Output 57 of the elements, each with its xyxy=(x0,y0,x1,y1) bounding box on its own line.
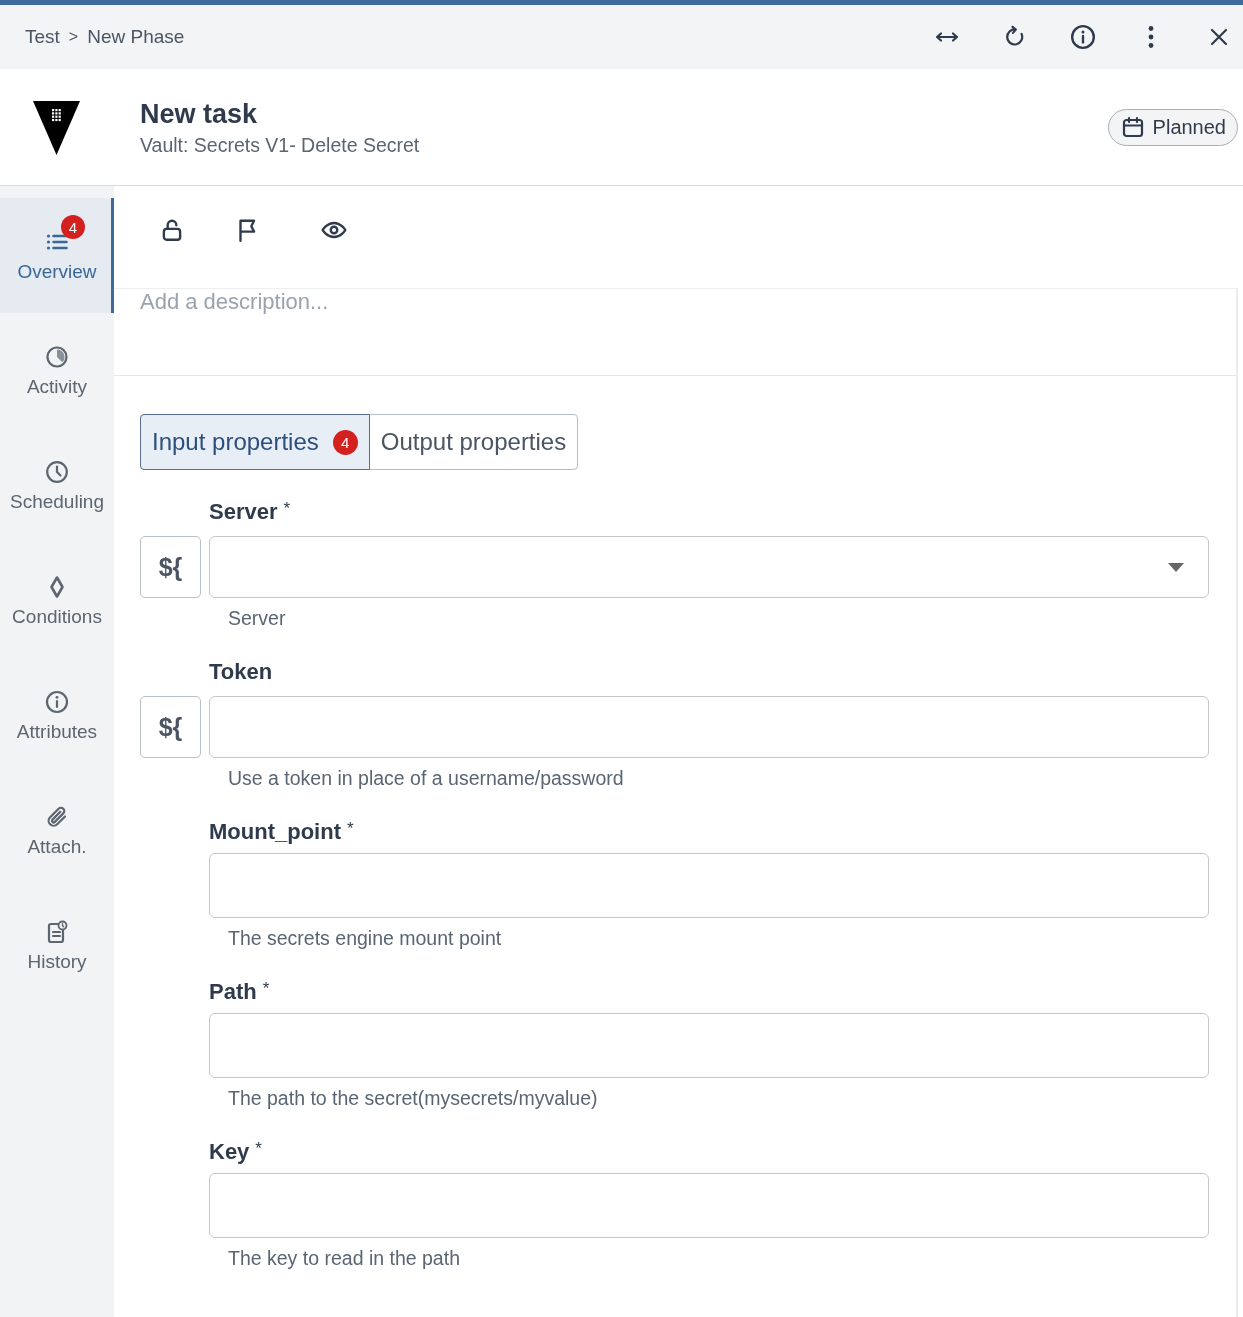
kebab-menu-icon xyxy=(1147,25,1155,49)
sidebar-nav-item[interactable]: History xyxy=(0,888,114,1003)
input-field[interactable] xyxy=(209,1173,1209,1238)
field-label: Server xyxy=(209,499,278,525)
field-label: Key xyxy=(209,1139,250,1165)
pie-chart-icon xyxy=(45,345,69,369)
info-icon xyxy=(1070,24,1096,50)
triangle-logo-icon xyxy=(33,99,80,155)
close-icon xyxy=(1210,28,1228,46)
expression-button[interactable]: ${ xyxy=(140,696,201,758)
count-badge: 4 xyxy=(61,215,85,239)
help-text: Server xyxy=(228,606,286,630)
horizontal-arrows-icon xyxy=(935,31,959,43)
sidebar-nav-item[interactable]: Attributes xyxy=(0,658,114,773)
task-title: New task xyxy=(140,97,259,130)
nav-label: Attach. xyxy=(27,836,87,858)
clipboard-clock-icon xyxy=(45,920,69,944)
paperclip-icon xyxy=(45,805,69,829)
task-subtitle: Vault: Secrets V1- Delete Secret xyxy=(140,133,420,157)
expression-button[interactable]: ${ xyxy=(140,536,201,598)
sidebar-nav-item[interactable]: Activity xyxy=(0,313,114,428)
calendar-icon xyxy=(1120,115,1145,139)
required-asterisk: * xyxy=(346,819,354,838)
sidebar-nav-item[interactable]: 4 Overview xyxy=(0,198,114,313)
property-tab[interactable]: Input properties 4 xyxy=(140,414,370,470)
field-label: Mount_point xyxy=(209,819,341,845)
help-text: The secrets engine mount point xyxy=(228,926,502,950)
nav-label: Attributes xyxy=(16,721,98,743)
property-tab[interactable]: Output properties xyxy=(368,414,579,470)
required-asterisk: * xyxy=(262,979,270,998)
nav-label: Scheduling xyxy=(10,491,104,513)
status-button[interactable]: Planned xyxy=(1107,108,1238,146)
clock-icon xyxy=(45,460,69,484)
input-field[interactable] xyxy=(209,696,1209,758)
sidebar-nav-item[interactable]: Conditions xyxy=(0,543,114,658)
nav-label: Overview xyxy=(17,261,97,283)
info-icon xyxy=(45,690,69,714)
help-text: The path to the secret(mysecrets/myvalue) xyxy=(228,1086,598,1110)
input-field[interactable] xyxy=(209,853,1209,918)
required-asterisk: * xyxy=(283,499,291,518)
breadcrumb-link[interactable]: Test xyxy=(25,25,60,49)
help-text: The key to read in the path xyxy=(228,1246,460,1270)
sidebar-nav-item[interactable]: Attach. xyxy=(0,773,114,888)
nav-label: Conditions xyxy=(12,606,102,628)
input-field[interactable] xyxy=(209,1013,1209,1078)
sidebar-nav-item[interactable]: Scheduling xyxy=(0,428,114,543)
nav-label: Activity xyxy=(26,376,88,398)
dropdown-field[interactable] xyxy=(209,536,1209,598)
help-text: Use a token in place of a username/password xyxy=(228,766,624,790)
breadcrumb-separator: > xyxy=(68,27,79,47)
field-label: Path xyxy=(209,979,257,1005)
breadcrumb-link[interactable]: New Phase xyxy=(87,25,185,49)
required-asterisk: * xyxy=(255,1139,262,1158)
count-badge: 4 xyxy=(332,429,358,455)
field-label: Token xyxy=(209,659,273,685)
nav-label: History xyxy=(27,951,87,973)
caret-down-icon xyxy=(1168,562,1184,572)
